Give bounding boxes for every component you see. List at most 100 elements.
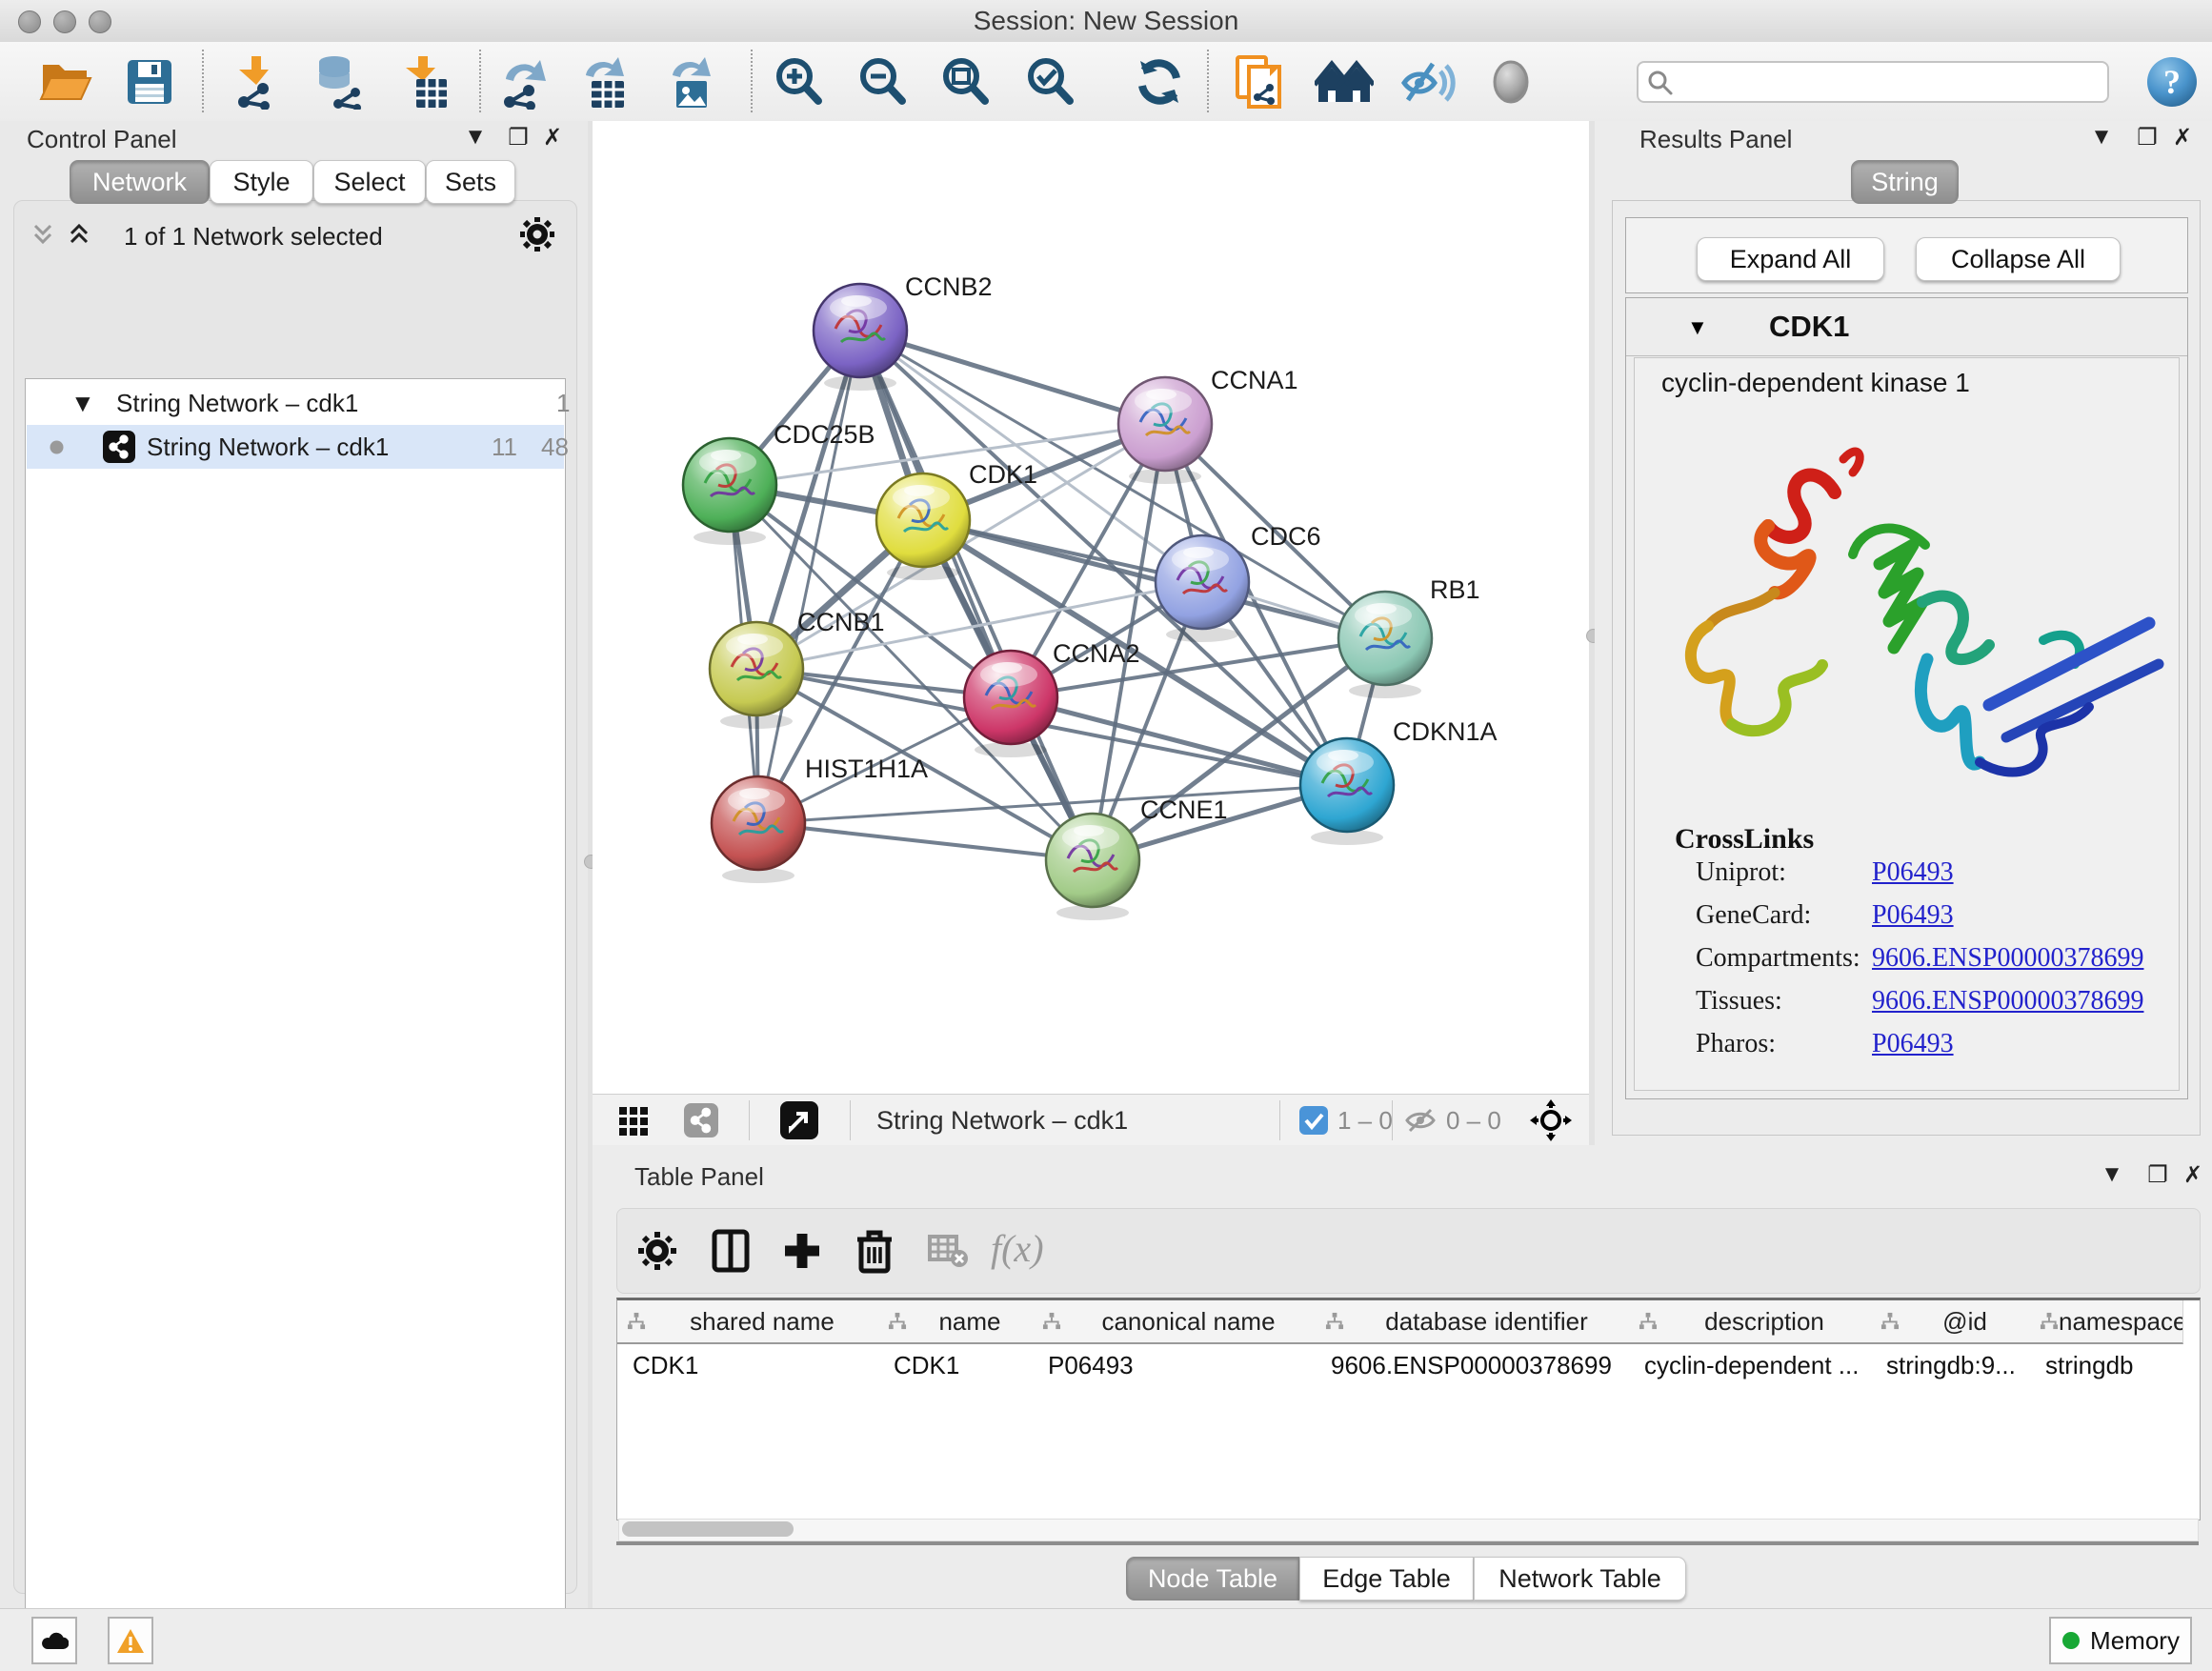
crosslink-link[interactable]: P06493 [1872, 857, 1954, 888]
collapse-all-tree-icon[interactable] [65, 220, 93, 249]
table-options-gear-icon[interactable] [627, 1220, 688, 1281]
crosslink-link[interactable]: P06493 [1872, 1029, 1954, 1059]
refresh-icon[interactable] [1129, 51, 1190, 112]
crosslink-row: GeneCard:P06493 [1696, 900, 2153, 931]
zoom-out-icon[interactable] [852, 51, 913, 112]
node-RB1[interactable] [1338, 592, 1432, 698]
collapse-panel-icon[interactable]: ▼ [459, 121, 492, 153]
crosslink-label: Pharos: [1696, 1029, 1776, 1058]
table-cell[interactable]: P06493 [1033, 1344, 1316, 1386]
import-table-file-icon[interactable] [394, 51, 455, 112]
node-HIST1H1A[interactable] [712, 776, 805, 883]
collapse-panel-icon[interactable]: ▼ [2096, 1158, 2128, 1191]
edge-CCNA2-CDKN1A[interactable] [1011, 697, 1347, 785]
pan-crosshair-icon[interactable] [1530, 1099, 1572, 1141]
column-header-canonicalname[interactable]: canonical name [1033, 1300, 1317, 1344]
import-network-file-icon[interactable] [227, 51, 288, 112]
expand-all-tree-icon[interactable] [29, 220, 57, 249]
float-panel-icon[interactable]: ❐ [502, 121, 534, 153]
main-toolbar: ? [0, 42, 2212, 122]
open-in-window-icon[interactable] [780, 1101, 818, 1139]
zoom-fit-icon[interactable] [935, 51, 995, 112]
collapse-entry-icon[interactable]: ▼ [1687, 315, 1708, 340]
node-count: 11 [492, 425, 517, 469]
table-cell[interactable]: stringdb:9... [1871, 1344, 2030, 1386]
edge-CCNB2-HIST1H1A[interactable] [758, 331, 860, 823]
tab-sets[interactable]: Sets [426, 160, 515, 204]
warning-status-button[interactable] [108, 1617, 153, 1664]
network-row-selected[interactable]: String Network – cdk1 11 48 [27, 425, 564, 469]
node-CCNB2[interactable] [814, 284, 907, 391]
float-panel-icon[interactable]: ❐ [2131, 121, 2163, 153]
open-session-icon[interactable] [34, 51, 95, 112]
import-network-database-icon[interactable] [307, 51, 368, 112]
add-column-icon[interactable] [772, 1220, 833, 1281]
string-style-icon[interactable] [684, 1103, 718, 1137]
table-cell[interactable]: 9606.ENSP00000378699 [1316, 1344, 1629, 1386]
tab-string-results[interactable]: String [1851, 160, 1959, 204]
home-icon[interactable] [1314, 51, 1375, 112]
edge-HIST1H1A-CCNE1[interactable] [758, 823, 1093, 860]
show-columns-icon[interactable] [700, 1220, 761, 1281]
column-header-databaseidentifier[interactable]: database identifier [1316, 1300, 1630, 1344]
float-panel-icon[interactable]: ❐ [2142, 1158, 2174, 1191]
collapse-all-button[interactable]: Collapse All [1916, 237, 2121, 281]
scrollbar-thumb[interactable] [622, 1521, 794, 1537]
table-cell[interactable]: stringdb [2030, 1344, 2182, 1386]
memory-button[interactable]: Memory [2049, 1617, 2192, 1664]
zoom-in-icon[interactable] [768, 51, 829, 112]
delete-column-icon[interactable] [844, 1220, 905, 1281]
column-header-name[interactable]: name [878, 1300, 1034, 1344]
crosslink-link[interactable]: 9606.ENSP00000378699 [1872, 986, 2143, 1017]
export-network-icon[interactable] [493, 51, 553, 112]
grid-view-icon[interactable] [619, 1107, 648, 1136]
crosslink-link[interactable]: 9606.ENSP00000378699 [1872, 943, 2143, 974]
table-cell[interactable]: CDK1 [617, 1344, 878, 1386]
svg-text:?: ? [2163, 63, 2181, 101]
collapse-panel-icon[interactable]: ▼ [2085, 121, 2118, 153]
close-panel-icon[interactable]: ✗ [2177, 1158, 2209, 1191]
column-header-namespace[interactable]: namespace [2030, 1300, 2183, 1344]
toolbar-separator [749, 1100, 750, 1140]
column-header-description[interactable]: description [1629, 1300, 1872, 1344]
horizontal-scrollbar[interactable] [618, 1519, 2199, 1541]
tab-node-table[interactable]: Node Table [1126, 1557, 1299, 1601]
birdseye-icon[interactable] [1480, 51, 1541, 112]
column-header-id[interactable]: @id [1871, 1300, 2031, 1344]
close-panel-icon[interactable]: ✗ [2166, 121, 2199, 153]
expand-all-button[interactable]: Expand All [1697, 237, 1884, 281]
export-table-icon[interactable] [574, 51, 635, 112]
node-CDKN1A[interactable] [1300, 738, 1394, 845]
node-CCNA1[interactable] [1118, 377, 1212, 484]
hidden-eye-icon[interactable] [1404, 1106, 1437, 1135]
network-options-gear-icon[interactable] [519, 216, 555, 252]
help-icon[interactable]: ? [2142, 51, 2202, 112]
tree-expander-icon[interactable]: ▼ [70, 381, 95, 425]
cloud-status-button[interactable] [31, 1617, 77, 1664]
node-label-RB1: RB1 [1430, 575, 1480, 604]
tab-select[interactable]: Select [313, 160, 426, 204]
node-CDC25B[interactable] [683, 438, 776, 545]
network-collection-row[interactable]: ▼ String Network – cdk1 1 [27, 381, 564, 425]
export-image-icon[interactable] [659, 51, 720, 112]
share-session-icon[interactable] [1229, 51, 1290, 112]
node-CCNE1[interactable] [1046, 814, 1139, 920]
column-header-sharedname[interactable]: shared name [617, 1300, 879, 1344]
node-CCNB1[interactable] [710, 622, 803, 729]
crosslink-link[interactable]: P06493 [1872, 900, 1954, 931]
close-panel-icon[interactable]: ✗ [536, 121, 569, 153]
graphics-details-icon[interactable] [1398, 51, 1458, 112]
tab-edge-table[interactable]: Edge Table [1299, 1557, 1474, 1601]
search-input[interactable] [1637, 61, 2109, 103]
save-session-icon[interactable] [119, 51, 180, 112]
function-builder-icon[interactable]: f(x) [991, 1226, 1044, 1271]
zoom-selected-icon[interactable] [1019, 51, 1080, 112]
table-cell[interactable]: cyclin-dependent ... [1629, 1344, 1871, 1386]
selected-checkbox-icon[interactable] [1299, 1106, 1328, 1135]
delete-table-icon[interactable] [918, 1220, 979, 1281]
tab-network-table[interactable]: Network Table [1474, 1557, 1686, 1601]
network-canvas[interactable]: CCNB2CCNA1CDC25BCDK1CDC6RB1CCNB1CCNA2CDK… [593, 121, 1589, 1094]
table-cell[interactable]: CDK1 [878, 1344, 1033, 1386]
tab-style[interactable]: Style [210, 160, 313, 204]
tab-network[interactable]: Network [70, 160, 210, 204]
